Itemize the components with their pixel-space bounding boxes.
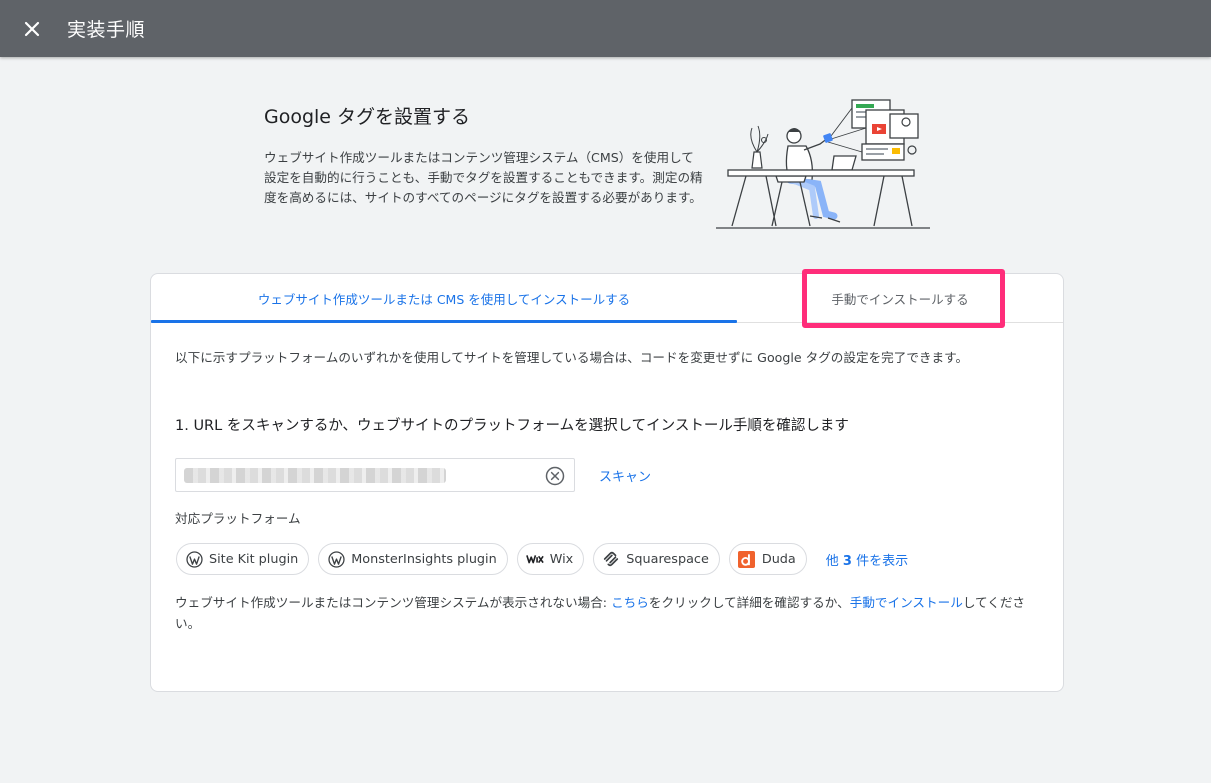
top-app-bar: 実装手順 [0, 0, 1211, 57]
platform-chip-site-kit[interactable]: Site Kit plugin [176, 543, 310, 575]
blurred-url-text [184, 468, 446, 483]
clear-circle-icon [545, 466, 565, 486]
platform-chip-monsterinsights[interactable]: MonsterInsights plugin [318, 543, 508, 575]
scan-button[interactable]: スキャン [599, 466, 651, 485]
platform-chip-label: Site Kit plugin [209, 551, 299, 567]
hero-description: ウェブサイト作成ツールまたはコンテンツ管理システム（CMS）を使用して設定を自動… [264, 150, 703, 205]
clear-input-button[interactable] [544, 465, 566, 487]
wordpress-icon [327, 550, 345, 568]
squarespace-icon [602, 550, 620, 568]
wordpress-icon [185, 550, 203, 568]
hero-section: Google タグを設置する ウェブサイト作成ツールまたはコンテンツ管理システム… [264, 98, 944, 238]
platform-chip-duda[interactable]: Duda [728, 543, 807, 575]
step-title: 1. URL をスキャンするか、ウェブサイトのプラットフォームを選択してインスト… [175, 418, 849, 434]
url-field [175, 458, 575, 492]
show-more-platforms-link[interactable]: 他 3 件を表示 [826, 550, 908, 569]
wix-icon [525, 550, 544, 568]
install-options-card: ウェブサイト作成ツールまたは CMS を使用してインストールする 手動でインスト… [150, 269, 1064, 692]
close-icon [24, 21, 40, 36]
cms-tab-panel: 以下に示すプラットフォームのいずれかを使用してサイトを管理している場合は、コード… [175, 347, 1045, 631]
duda-icon [738, 550, 756, 568]
tab-manual-install[interactable]: 手動でインストールする [737, 274, 1063, 323]
page-title: 実装手順 [67, 19, 146, 41]
platforms-label: 対応プラットフォーム [175, 511, 301, 526]
close-button[interactable] [18, 15, 46, 43]
hero-title: Google タグを設置する [264, 106, 471, 128]
platform-chip-label: MonsterInsights plugin [351, 551, 497, 567]
platform-chip-label: Squarespace [626, 551, 709, 567]
install-tabs: ウェブサイト作成ツールまたは CMS を使用してインストールする 手動でインスト… [151, 269, 1063, 328]
platform-chip-wix[interactable]: Wix [516, 543, 585, 575]
platform-chip-squarespace[interactable]: Squarespace [593, 543, 720, 575]
footer-note: ウェブサイト作成ツールまたはコンテンツ管理システムが表示されない場合: こちらを… [175, 595, 1026, 631]
person-at-desk-illustration [716, 99, 930, 229]
manual-install-link[interactable]: 手動でインストール [850, 595, 963, 610]
learn-more-link[interactable]: こちら [611, 595, 649, 610]
platform-chip-label: Duda [761, 551, 796, 567]
tab-cms-install[interactable]: ウェブサイト作成ツールまたは CMS を使用してインストールする [151, 274, 737, 323]
platform-chip-label: Wix [549, 551, 574, 567]
platform-chips: Site Kit plugin MonsterInsights plugin W… [176, 543, 908, 575]
active-tab-indicator [151, 320, 737, 323]
intro-text: 以下に示すプラットフォームのいずれかを使用してサイトを管理している場合は、コード… [175, 350, 969, 365]
